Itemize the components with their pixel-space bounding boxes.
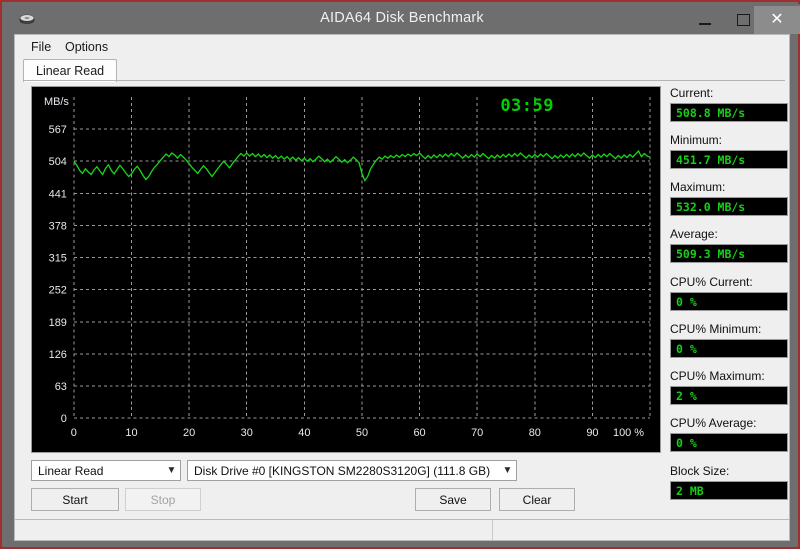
menu-bar: File Options [15,35,789,58]
svg-text:0: 0 [61,413,67,425]
svg-text:20: 20 [183,427,195,439]
status-bar [14,519,790,541]
drive-select-value: Disk Drive #0 [KINGSTON SM2280S3120G] (1… [194,463,491,478]
svg-text:10: 10 [125,427,137,439]
close-icon: ✕ [770,11,784,28]
minimize-button[interactable] [686,6,724,34]
window-title: AIDA64 Disk Benchmark [320,10,484,26]
close-button[interactable]: ✕ [754,6,800,34]
stat-cpu-average-value: 0 % [676,435,697,450]
statistics-panel: Current: 508.8 MB/s Minimum: 451.7 MB/s … [670,86,788,500]
menu-item-file[interactable]: File [25,39,57,55]
stat-minimum-value: 451.7 MB/s [676,152,746,167]
stat-maximum-value-box: 532.0 MB/s [670,197,788,216]
benchmark-mode-value: Linear Read [38,463,104,478]
svg-text:80: 80 [529,427,541,439]
stat-cpu-maximum-label: CPU% Maximum: [670,369,765,383]
stat-cpu-average-value-box: 0 % [670,433,788,452]
stat-average-value-box: 509.3 MB/s [670,244,788,263]
stat-cpu-minimum-value: 0 % [676,341,697,356]
chevron-down-icon: ▼ [502,465,513,476]
stat-current-value: 508.8 MB/s [676,105,746,120]
stat-block-size-value-box: 2 MB [670,481,788,500]
svg-text:0: 0 [71,427,77,439]
stat-block-size: Block Size: 2 MB [670,464,788,500]
stat-current-value-box: 508.8 MB/s [670,103,788,122]
tab-strip: Linear Read [23,59,785,82]
benchmark-mode-select[interactable]: Linear Read ▼ [31,460,181,481]
stat-cpu-current: CPU% Current: 0 % [670,275,788,311]
stat-block-size-label: Block Size: [670,464,730,478]
start-button[interactable]: Start [31,488,119,511]
stat-average: Average: 509.3 MB/s [670,227,788,263]
stat-cpu-average: CPU% Average: 0 % [670,416,788,452]
svg-text:504: 504 [49,156,67,168]
aida64-disk-benchmark-window: AIDA64 Disk Benchmark ✕ File Options Lin… [0,0,800,549]
menu-item-options[interactable]: Options [59,39,114,55]
svg-text:100 %: 100 % [613,427,644,439]
stat-minimum: Minimum: 451.7 MB/s [670,133,788,169]
stat-minimum-value-box: 451.7 MB/s [670,150,788,169]
svg-text:30: 30 [241,427,253,439]
stat-cpu-maximum: CPU% Maximum: 2 % [670,369,788,405]
title-bar: AIDA64 Disk Benchmark ✕ [4,4,800,34]
benchmark-chart: 0 63 126 189 252 315 378 441 504 567 0 10 20 30 40 50 6… [31,86,661,453]
stat-current-label: Current: [670,86,714,100]
stat-maximum: Maximum: 532.0 MB/s [670,180,788,216]
svg-text:189: 189 [49,317,67,329]
stop-button: Stop [125,488,201,511]
client-area: File Options Linear Read 0 63 126 189 252 315… [14,34,790,533]
svg-text:70: 70 [471,427,483,439]
svg-text:252: 252 [49,285,67,297]
stat-average-label: Average: [670,227,718,241]
stat-cpu-average-label: CPU% Average: [670,416,757,430]
stat-cpu-current-label: CPU% Current: [670,275,753,289]
svg-text:90: 90 [586,427,598,439]
svg-text:126: 126 [49,349,67,361]
stat-block-size-value: 2 MB [676,483,704,498]
chart-background [32,87,660,452]
minimize-icon [699,22,711,25]
clear-button[interactable]: Clear [499,488,575,511]
stat-cpu-maximum-value: 2 % [676,388,697,403]
tab-underline [23,80,785,81]
elapsed-timer: 03:59 [500,96,554,116]
stat-average-value: 509.3 MB/s [676,246,746,261]
svg-text:63: 63 [55,381,67,393]
stat-current: Current: 508.8 MB/s [670,86,788,122]
status-bar-left-pane [15,520,493,540]
svg-text:315: 315 [49,253,67,265]
stat-cpu-minimum-label: CPU% Minimum: [670,322,762,336]
svg-text:50: 50 [356,427,368,439]
stat-cpu-maximum-value-box: 2 % [670,386,788,405]
drive-select[interactable]: Disk Drive #0 [KINGSTON SM2280S3120G] (1… [187,460,517,481]
chevron-down-icon: ▼ [166,465,177,476]
chart-y-axis-label: MB/s [44,96,69,108]
chart-svg: 0 63 126 189 252 315 378 441 504 567 0 10 20 30 40 50 6… [32,87,660,452]
svg-text:40: 40 [298,427,310,439]
maximize-icon [736,14,750,26]
stat-cpu-current-value-box: 0 % [670,292,788,311]
stat-cpu-current-value: 0 % [676,294,697,309]
tab-linear-read[interactable]: Linear Read [23,59,118,82]
svg-text:60: 60 [413,427,425,439]
stat-minimum-label: Minimum: [670,133,723,147]
svg-text:378: 378 [49,220,67,232]
save-button[interactable]: Save [415,488,491,511]
status-bar-right-pane [493,520,789,540]
stat-maximum-value: 532.0 MB/s [676,199,746,214]
stat-cpu-minimum: CPU% Minimum: 0 % [670,322,788,358]
stat-maximum-label: Maximum: [670,180,726,194]
stat-cpu-minimum-value-box: 0 % [670,339,788,358]
svg-text:441: 441 [49,188,67,200]
svg-text:567: 567 [49,124,67,136]
